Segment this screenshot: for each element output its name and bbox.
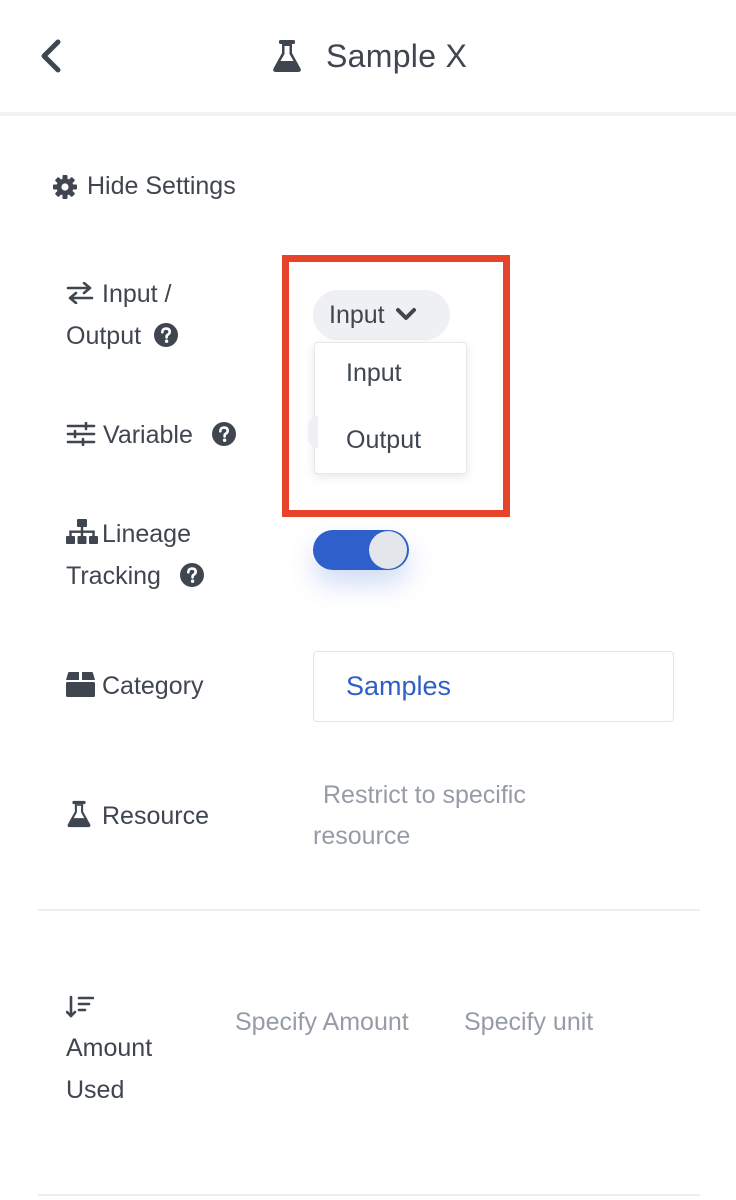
category-label-text: Category	[102, 672, 204, 700]
help-icon[interactable]	[211, 422, 236, 447]
lineage-tracking-label-line2: Tracking	[66, 562, 161, 590]
variable-label: Variable	[66, 414, 236, 456]
category-value: Samples	[346, 671, 452, 701]
page-title: Sample X	[272, 36, 467, 76]
input-output-label-line2: Output	[66, 322, 142, 350]
input-output-label: Input / Output	[66, 273, 179, 357]
variable-label-text: Variable	[103, 421, 193, 449]
sitemap-icon	[66, 519, 98, 545]
section-divider	[38, 909, 700, 911]
help-icon[interactable]	[179, 563, 204, 588]
gear-icon	[53, 174, 77, 199]
hide-settings-label: Hide Settings	[87, 172, 236, 200]
input-output-selected-value: Input	[329, 300, 385, 329]
category-select[interactable]: Samples	[313, 651, 674, 722]
hide-settings-button[interactable]: Hide Settings	[52, 172, 236, 201]
amount-used-label-line2: Used	[66, 1076, 125, 1104]
sort-amount-down-icon	[66, 995, 94, 1018]
unit-input[interactable]: Specify unit	[464, 1008, 593, 1037]
amount-input[interactable]: Specify Amount	[235, 1008, 409, 1037]
amount-used-label-line1: Amount	[66, 1034, 153, 1062]
resource-input[interactable]: Restrict to specific resource	[313, 775, 613, 857]
lineage-tracking-label-line1: Lineage	[102, 520, 191, 548]
arrows-exchange-icon	[66, 282, 94, 305]
dropdown-option-output[interactable]: Output	[346, 426, 421, 455]
resource-placeholder-line1: Restrict to specific	[323, 781, 526, 809]
resource-placeholder-line2: resource	[313, 822, 411, 850]
amount-used-label: Amount Used	[66, 995, 152, 1111]
flask-icon	[67, 801, 91, 828]
input-output-dropdown-menu: Input Output	[314, 342, 467, 474]
sliders-icon	[66, 422, 96, 447]
back-button[interactable]	[36, 38, 66, 74]
resource-label: Resource	[66, 795, 209, 837]
section-divider	[38, 1194, 700, 1196]
input-output-select[interactable]: Input	[313, 290, 450, 340]
lineage-tracking-toggle[interactable]	[313, 530, 409, 570]
input-output-label-line1: Input /	[102, 280, 172, 308]
chevron-down-icon	[395, 308, 416, 320]
page-title-text: Sample X	[326, 37, 468, 74]
lineage-tracking-label: Lineage Tracking	[66, 513, 204, 597]
help-icon[interactable]	[154, 323, 179, 348]
category-label: Category	[66, 665, 203, 707]
variable-control-partial[interactable]	[308, 416, 318, 448]
resource-label-text: Resource	[102, 802, 209, 830]
flask-icon	[273, 40, 301, 72]
toggle-knob	[369, 531, 407, 569]
dropdown-option-input[interactable]: Input	[346, 359, 402, 388]
header-bar: Sample X	[0, 0, 736, 116]
box-icon	[66, 672, 95, 698]
chevron-left-icon	[41, 39, 61, 73]
